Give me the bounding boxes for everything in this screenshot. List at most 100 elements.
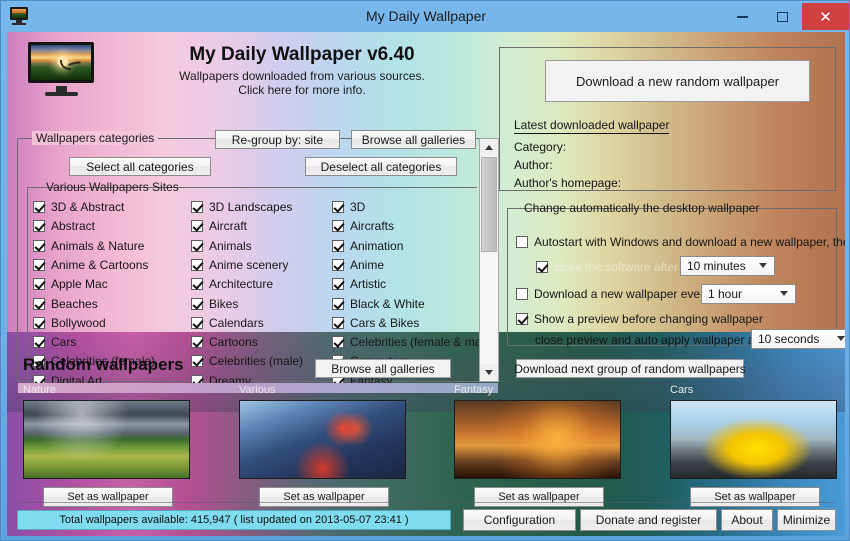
category-checkbox[interactable]: Bollywood [33,316,106,330]
category-checkbox[interactable]: Black & White [332,297,425,311]
category-checkbox[interactable]: Celebrities (male) [191,354,303,368]
category-checkbox[interactable]: Aircraft [191,219,247,233]
category-checkbox[interactable]: 3D Landscapes [191,200,292,214]
checkbox-box [332,278,344,291]
page-title: My Daily Wallpaper v6.40 [189,44,415,65]
category-checkbox[interactable]: Architecture [191,277,273,291]
checkbox-box [191,278,203,291]
close-after-delay-value: 10 minutes [687,259,746,273]
category-checkbox[interactable]: Cars & Bikes [332,316,419,330]
maximize-icon [776,11,788,22]
scroll-down-button[interactable] [480,364,498,381]
download-next-group-button[interactable]: Download next group of random wallpapers [514,359,746,378]
wallpaper-thumbnail[interactable] [670,400,837,479]
checkbox-box [516,313,528,325]
category-label: 3D Landscapes [209,200,293,214]
chevron-down-icon [485,370,493,375]
category-checkbox[interactable]: Bikes [191,297,238,311]
show-preview-checkbox[interactable]: Show a preview before changing wallpaper [516,312,763,326]
random-wallpapers-title: Random wallpapers [23,355,184,374]
category-checkbox[interactable]: Anime scenery [191,258,288,272]
category-checkbox[interactable]: Calendars [191,316,264,330]
category-label: Anime & Cartoons [51,257,149,272]
wallpaper-thumbnail[interactable] [239,400,406,479]
set-as-wallpaper-button[interactable]: Set as wallpaper [43,487,173,507]
auto-change-group-title: Change automatically the desktop wallpap… [524,201,760,215]
category-checkbox[interactable]: Artistic [332,277,386,291]
regroup-by-site-button[interactable]: Re-group by: site [215,130,340,149]
browse-all-galleries-button-top[interactable]: Browse all galleries [351,130,476,149]
category-checkbox[interactable]: Animals & Nature [33,239,144,253]
category-label: Animals [209,238,252,253]
category-checkbox[interactable]: 3D [332,200,365,214]
autostart-checkbox[interactable]: Autostart with Windows and download a ne… [516,235,845,249]
category-checkbox[interactable]: Anime & Cartoons [33,258,148,272]
wallpaper-thumbnail[interactable] [23,400,190,479]
auto-apply-delay-select[interactable]: 10 seconds [751,329,845,349]
checkbox-box [332,220,344,233]
browse-all-galleries-button-random[interactable]: Browse all galleries [315,359,451,378]
set-as-wallpaper-button[interactable]: Set as wallpaper [474,487,604,507]
checkbox-box [191,239,203,252]
category-label: Cars & Bikes [350,315,420,330]
download-interval-value: 1 hour [708,287,743,301]
category-checkbox[interactable]: Cartoons [191,335,258,349]
download-every-checkbox[interactable]: Download a new wallpaper every [516,287,710,301]
maximize-window-button[interactable] [762,3,802,30]
category-checkbox[interactable]: Abstract [33,219,95,233]
chevron-down-icon [759,263,767,268]
category-label: Artistic [350,277,386,292]
category-checkbox[interactable]: Celebrities (female & male) [332,335,495,349]
close-software-after-label: close the software after [554,260,679,274]
checkbox-box [332,297,344,310]
category-checkbox[interactable]: Anime [332,258,384,272]
app-subtitle-line1: Wallpapers downloaded from various sourc… [179,69,425,83]
app-subtitle[interactable]: Wallpapers downloaded from various sourc… [137,69,467,97]
checkbox-box [516,236,528,248]
scroll-up-button[interactable] [480,139,498,156]
minimize-window-button[interactable] [722,3,762,30]
select-all-categories-button[interactable]: Select all categories [69,157,211,176]
download-interval-select[interactable]: 1 hour [701,284,796,304]
checkbox-box [191,220,203,233]
category-label: Category: [514,140,567,154]
configuration-button[interactable]: Configuration [463,509,576,531]
category-checkbox[interactable]: Aircrafts [332,219,394,233]
categories-scrollbar[interactable] [479,138,499,382]
category-label: Calendars [209,315,264,330]
category-checkbox[interactable]: Cars [33,335,76,349]
category-checkbox[interactable]: Animals [191,239,252,253]
latest-downloaded-wallpaper-link[interactable]: Latest downloaded wallpaper [514,118,670,134]
checkbox-box [332,258,344,271]
set-as-wallpaper-button[interactable]: Set as wallpaper [259,487,389,507]
close-window-button[interactable]: ✕ [802,3,849,30]
status-bar: Total wallpapers available: 415,947 ( li… [17,510,451,530]
checkbox-box [191,316,203,329]
category-label: Beaches [51,296,98,311]
app-subtitle-line2[interactable]: Click here for more info. [137,83,467,97]
about-button[interactable]: About [721,509,773,531]
checkbox-box [332,239,344,252]
set-as-wallpaper-button[interactable]: Set as wallpaper [690,487,820,507]
category-label: Celebrities (female & male) [350,335,495,350]
scrollbar-thumb[interactable] [481,157,497,252]
category-checkbox[interactable]: Apple Mac [33,277,108,291]
checkbox-box [33,278,45,291]
category-checkbox[interactable]: Animation [332,239,403,253]
wallpaper-thumbnail[interactable] [454,400,621,479]
checkbox-box [33,336,45,349]
thumbnail-category-label: Cars [670,384,694,396]
minimize-button[interactable]: Minimize [777,509,836,531]
show-preview-label: Show a preview before changing wallpaper [534,312,763,326]
deselect-all-categories-button[interactable]: Deselect all categories [305,157,457,176]
category-checkbox[interactable]: 3D & Abstract [33,200,124,214]
donate-and-register-button[interactable]: Donate and register [580,509,717,531]
category-checkbox[interactable]: Beaches [33,297,98,311]
checkbox-box [191,336,203,349]
thumbnail-category-label: Nature [23,384,57,396]
close-after-delay-select[interactable]: 10 minutes [680,256,775,276]
download-random-wallpaper-button[interactable]: Download a new random wallpaper [545,60,810,102]
author-homepage-label: Author's homepage: [514,176,622,190]
close-software-after-checkbox[interactable]: close the software after [536,260,678,274]
checkbox-box [191,355,203,368]
